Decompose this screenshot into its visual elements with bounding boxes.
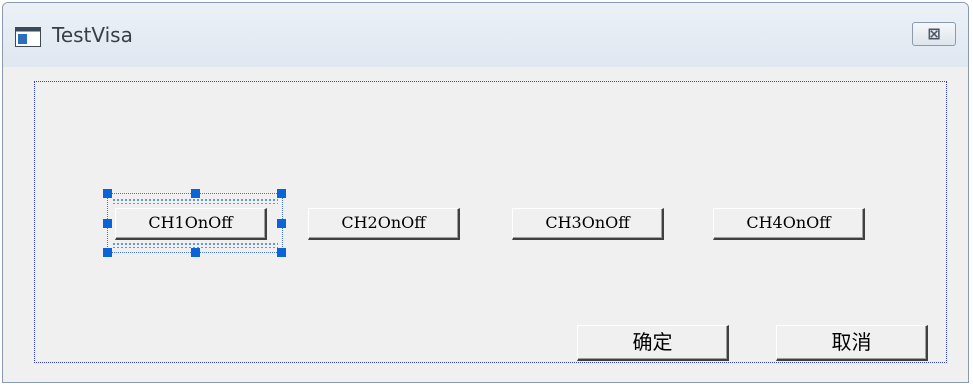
ch2-onoff-button[interactable]: CH2OnOff <box>308 208 460 240</box>
ch4-onoff-button[interactable]: CH4OnOff <box>713 208 865 240</box>
resize-handle-sw[interactable] <box>103 248 112 257</box>
ch3-onoff-button[interactable]: CH3OnOff <box>512 208 664 240</box>
title-bar[interactable]: TestVisa ⊠ <box>3 3 968 67</box>
close-button[interactable]: ⊠ <box>912 22 956 46</box>
window-title: TestVisa <box>52 23 133 47</box>
close-icon: ⊠ <box>927 24 941 43</box>
resize-handle-ne[interactable] <box>277 189 286 198</box>
resize-handle-se[interactable] <box>277 248 286 257</box>
app-window-icon <box>15 27 41 47</box>
dialog-window: TestVisa ⊠ CH1OnOff CH2OnOff CH3OnOff CH… <box>2 2 969 383</box>
resize-handle-nw[interactable] <box>103 189 112 198</box>
ch1-onoff-button[interactable]: CH1OnOff <box>115 208 267 240</box>
resize-handle-n[interactable] <box>191 189 200 198</box>
dialog-client-area: CH1OnOff CH2OnOff CH3OnOff CH4OnOff 确定 取… <box>11 67 960 374</box>
resize-handle-s[interactable] <box>191 248 200 257</box>
selection-band-top <box>112 198 278 204</box>
resize-handle-w[interactable] <box>103 219 112 228</box>
ok-button[interactable]: 确定 <box>577 325 729 361</box>
resize-handle-e[interactable] <box>277 219 286 228</box>
cancel-button[interactable]: 取消 <box>776 325 928 361</box>
